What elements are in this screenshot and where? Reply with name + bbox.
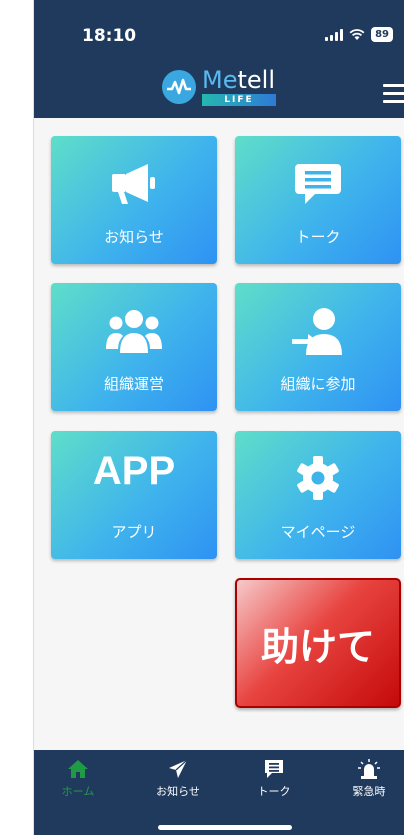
tab-label: 緊急時 bbox=[352, 785, 386, 798]
logo-subtitle: LIFE bbox=[202, 94, 276, 106]
tile-announcements[interactable]: お知らせ bbox=[51, 136, 217, 264]
logo-name-part-a: Me bbox=[202, 66, 238, 94]
app-icon-text: APP bbox=[92, 449, 176, 493]
bottom-tab-bar: ホーム お知らせ トーク 緊急時 bbox=[34, 750, 404, 835]
help-button[interactable]: 助けて bbox=[235, 578, 401, 708]
signal-icon bbox=[325, 28, 344, 41]
paper-plane-icon bbox=[143, 758, 213, 780]
logo-mark-icon bbox=[162, 70, 196, 104]
wifi-icon bbox=[349, 28, 365, 40]
app-logo: Metell LIFE bbox=[162, 68, 276, 106]
app-header: 18:10 89 Metell LIFE bbox=[34, 0, 404, 118]
home-icon bbox=[43, 758, 113, 780]
tile-join-organization[interactable]: 組織に参加 bbox=[235, 283, 401, 411]
tile-label: お知らせ bbox=[104, 228, 164, 246]
gear-icon bbox=[235, 455, 401, 501]
megaphone-icon bbox=[51, 160, 217, 208]
tile-label: アプリ bbox=[111, 523, 157, 541]
tab-emergency[interactable]: 緊急時 bbox=[334, 758, 404, 799]
tile-label: マイページ bbox=[280, 523, 356, 541]
tile-talk[interactable]: トーク bbox=[235, 136, 401, 264]
users-group-icon bbox=[51, 307, 217, 355]
tab-label: トーク bbox=[257, 785, 291, 798]
siren-icon bbox=[334, 758, 404, 780]
logo-name-part-b: tell bbox=[237, 66, 275, 94]
tab-announcements[interactable]: お知らせ bbox=[143, 758, 213, 799]
hamburger-menu-icon[interactable] bbox=[383, 84, 404, 108]
home-indicator[interactable] bbox=[158, 825, 292, 830]
app-screen: 18:10 89 Metell LIFE お知らせ トーク 組織運営 組織に参加… bbox=[33, 0, 404, 835]
tab-label: ホーム bbox=[61, 785, 95, 798]
status-icons: 89 bbox=[325, 27, 393, 42]
user-join-icon bbox=[235, 307, 401, 357]
tile-organization-management[interactable]: 組織運営 bbox=[51, 283, 217, 411]
battery-indicator: 89 bbox=[371, 27, 393, 42]
chat-icon bbox=[235, 160, 401, 208]
chat-icon bbox=[239, 758, 309, 780]
tab-home[interactable]: ホーム bbox=[43, 758, 113, 799]
tile-app[interactable]: APP アプリ bbox=[51, 431, 217, 559]
tile-my-page[interactable]: マイページ bbox=[235, 431, 401, 559]
help-button-label: 助けて bbox=[260, 624, 375, 669]
tile-label: トーク bbox=[295, 228, 341, 246]
tile-label: 組織運営 bbox=[103, 375, 164, 393]
app-text-icon: APP bbox=[51, 449, 217, 493]
tab-talk[interactable]: トーク bbox=[239, 758, 309, 799]
tile-label: 組織に参加 bbox=[280, 375, 356, 393]
tab-label: お知らせ bbox=[156, 785, 200, 798]
status-time: 18:10 bbox=[82, 26, 137, 46]
logo-name: Metell bbox=[202, 68, 276, 92]
